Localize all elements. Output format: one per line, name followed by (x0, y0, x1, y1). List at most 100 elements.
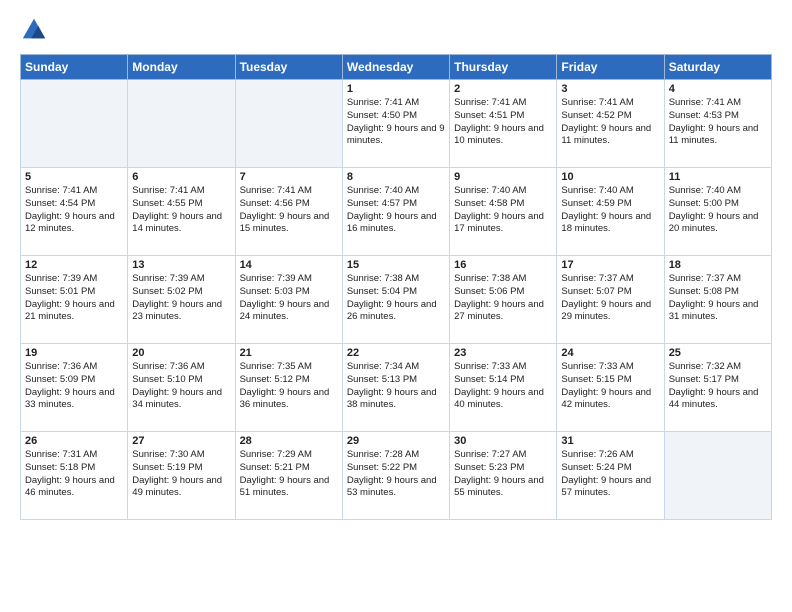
day-number: 13 (132, 259, 230, 271)
day-info: Sunrise: 7:36 AM Sunset: 5:10 PM Dayligh… (132, 361, 230, 412)
day-info: Sunrise: 7:41 AM Sunset: 4:56 PM Dayligh… (240, 185, 338, 236)
day-info: Sunrise: 7:41 AM Sunset: 4:55 PM Dayligh… (132, 185, 230, 236)
day-info: Sunrise: 7:41 AM Sunset: 4:50 PM Dayligh… (347, 97, 445, 148)
day-info: Sunrise: 7:32 AM Sunset: 5:17 PM Dayligh… (669, 361, 767, 412)
day-number: 21 (240, 347, 338, 359)
weekday-header-wednesday: Wednesday (342, 55, 449, 80)
day-cell: 19Sunrise: 7:36 AM Sunset: 5:09 PM Dayli… (21, 344, 128, 432)
day-number: 30 (454, 435, 552, 447)
page: SundayMondayTuesdayWednesdayThursdayFrid… (0, 0, 792, 530)
weekday-header-sunday: Sunday (21, 55, 128, 80)
day-number: 28 (240, 435, 338, 447)
day-info: Sunrise: 7:41 AM Sunset: 4:54 PM Dayligh… (25, 185, 123, 236)
day-cell: 13 Sunrise: 7:39 AM Sunset: 5:02 PM Dayli… (128, 256, 235, 344)
day-info: Sunrise: 7:29 AM Sunset: 5:21 PM Dayligh… (240, 449, 338, 500)
day-cell: 23 Sunrise: 7:33 AM Sunset: 5:14 PM Dayli… (450, 344, 557, 432)
weekday-header-monday: Monday (128, 55, 235, 80)
day-number: 31 (561, 435, 659, 447)
day-number: 22 (347, 347, 445, 359)
day-info: Sunrise: 7:33 AM Sunset: 5:14 PM Dayligh… (454, 361, 552, 412)
day-number: 17 (561, 259, 659, 271)
weekday-header-thursday: Thursday (450, 55, 557, 80)
day-number: 3 (561, 83, 659, 95)
day-info: Sunrise: 7:41 AM Sunset: 4:52 PM Dayligh… (561, 97, 659, 148)
day-info: Sunrise: 7:40 AM Sunset: 4:57 PM Dayligh… (347, 185, 445, 236)
day-cell: 31 Sunrise: 7:26 AM Sunset: 5:24 PM Dayli… (557, 432, 664, 520)
day-info: Sunrise: 7:38 AM Sunset: 5:06 PM Dayligh… (454, 273, 552, 324)
day-number: 29 (347, 435, 445, 447)
day-cell (128, 80, 235, 168)
day-number: 11 (669, 171, 767, 183)
day-cell: 16 Sunrise: 7:38 AM Sunset: 5:06 PM Dayli… (450, 256, 557, 344)
day-info: Sunrise: 7:37 AM Sunset: 5:08 PM Dayligh… (669, 273, 767, 324)
day-cell: 30 Sunrise: 7:27 AM Sunset: 5:23 PM Dayli… (450, 432, 557, 520)
day-cell: 6 Sunrise: 7:41 AM Sunset: 4:55 PM Daylig… (128, 168, 235, 256)
week-row-1: 1 Sunrise: 7:41 AM Sunset: 4:50 PM Daylig… (21, 80, 772, 168)
day-number: 15 (347, 259, 445, 271)
day-cell: 9Sunrise: 7:40 AM Sunset: 4:58 PM Daylig… (450, 168, 557, 256)
week-row-5: 26Sunrise: 7:31 AM Sunset: 5:18 PM Dayli… (21, 432, 772, 520)
day-info: Sunrise: 7:39 AM Sunset: 5:02 PM Dayligh… (132, 273, 230, 324)
weekday-header-saturday: Saturday (664, 55, 771, 80)
logo-icon (20, 16, 48, 44)
day-cell: 3 Sunrise: 7:41 AM Sunset: 4:52 PM Daylig… (557, 80, 664, 168)
day-info: Sunrise: 7:30 AM Sunset: 5:19 PM Dayligh… (132, 449, 230, 500)
day-cell: 27 Sunrise: 7:30 AM Sunset: 5:19 PM Dayli… (128, 432, 235, 520)
day-number: 10 (561, 171, 659, 183)
day-number: 6 (132, 171, 230, 183)
day-cell: 29 Sunrise: 7:28 AM Sunset: 5:22 PM Dayli… (342, 432, 449, 520)
day-number: 5 (25, 171, 123, 183)
weekday-header-tuesday: Tuesday (235, 55, 342, 80)
day-number: 27 (132, 435, 230, 447)
day-cell: 12Sunrise: 7:39 AM Sunset: 5:01 PM Dayli… (21, 256, 128, 344)
day-number: 8 (347, 171, 445, 183)
day-cell: 18 Sunrise: 7:37 AM Sunset: 5:08 PM Dayli… (664, 256, 771, 344)
day-cell (664, 432, 771, 520)
day-cell: 1 Sunrise: 7:41 AM Sunset: 4:50 PM Daylig… (342, 80, 449, 168)
day-number: 7 (240, 171, 338, 183)
day-cell: 25 Sunrise: 7:32 AM Sunset: 5:17 PM Dayli… (664, 344, 771, 432)
header (20, 16, 772, 44)
day-cell: 8 Sunrise: 7:40 AM Sunset: 4:57 PM Daylig… (342, 168, 449, 256)
day-info: Sunrise: 7:41 AM Sunset: 4:53 PM Dayligh… (669, 97, 767, 148)
day-cell: 2 Sunrise: 7:41 AM Sunset: 4:51 PM Daylig… (450, 80, 557, 168)
day-info: Sunrise: 7:28 AM Sunset: 5:22 PM Dayligh… (347, 449, 445, 500)
day-cell: 10 Sunrise: 7:40 AM Sunset: 4:59 PM Dayli… (557, 168, 664, 256)
weekday-header-row: SundayMondayTuesdayWednesdayThursdayFrid… (21, 55, 772, 80)
weekday-header-friday: Friday (557, 55, 664, 80)
day-cell: 21Sunrise: 7:35 AM Sunset: 5:12 PM Dayli… (235, 344, 342, 432)
day-cell (235, 80, 342, 168)
day-cell: 11Sunrise: 7:40 AM Sunset: 5:00 PM Dayli… (664, 168, 771, 256)
day-info: Sunrise: 7:41 AM Sunset: 4:51 PM Dayligh… (454, 97, 552, 148)
logo (20, 16, 52, 44)
day-info: Sunrise: 7:27 AM Sunset: 5:23 PM Dayligh… (454, 449, 552, 500)
day-info: Sunrise: 7:33 AM Sunset: 5:15 PM Dayligh… (561, 361, 659, 412)
day-cell: 20 Sunrise: 7:36 AM Sunset: 5:10 PM Dayli… (128, 344, 235, 432)
week-row-4: 19Sunrise: 7:36 AM Sunset: 5:09 PM Dayli… (21, 344, 772, 432)
day-info: Sunrise: 7:39 AM Sunset: 5:01 PM Dayligh… (25, 273, 123, 324)
day-cell: 24Sunrise: 7:33 AM Sunset: 5:15 PM Dayli… (557, 344, 664, 432)
day-number: 14 (240, 259, 338, 271)
day-number: 19 (25, 347, 123, 359)
day-cell: 17 Sunrise: 7:37 AM Sunset: 5:07 PM Dayli… (557, 256, 664, 344)
day-number: 20 (132, 347, 230, 359)
day-cell: 28 Sunrise: 7:29 AM Sunset: 5:21 PM Dayli… (235, 432, 342, 520)
day-number: 25 (669, 347, 767, 359)
day-cell: 4Sunrise: 7:41 AM Sunset: 4:53 PM Daylig… (664, 80, 771, 168)
day-number: 16 (454, 259, 552, 271)
day-number: 23 (454, 347, 552, 359)
day-cell: 5 Sunrise: 7:41 AM Sunset: 4:54 PM Daylig… (21, 168, 128, 256)
week-row-3: 12Sunrise: 7:39 AM Sunset: 5:01 PM Dayli… (21, 256, 772, 344)
day-cell: 15Sunrise: 7:38 AM Sunset: 5:04 PM Dayli… (342, 256, 449, 344)
day-number: 18 (669, 259, 767, 271)
week-row-2: 5 Sunrise: 7:41 AM Sunset: 4:54 PM Daylig… (21, 168, 772, 256)
day-number: 2 (454, 83, 552, 95)
day-info: Sunrise: 7:26 AM Sunset: 5:24 PM Dayligh… (561, 449, 659, 500)
day-info: Sunrise: 7:39 AM Sunset: 5:03 PM Dayligh… (240, 273, 338, 324)
day-cell: 7 Sunrise: 7:41 AM Sunset: 4:56 PM Daylig… (235, 168, 342, 256)
day-info: Sunrise: 7:40 AM Sunset: 4:59 PM Dayligh… (561, 185, 659, 236)
day-info: Sunrise: 7:37 AM Sunset: 5:07 PM Dayligh… (561, 273, 659, 324)
day-cell: 26Sunrise: 7:31 AM Sunset: 5:18 PM Dayli… (21, 432, 128, 520)
day-number: 1 (347, 83, 445, 95)
day-info: Sunrise: 7:34 AM Sunset: 5:13 PM Dayligh… (347, 361, 445, 412)
